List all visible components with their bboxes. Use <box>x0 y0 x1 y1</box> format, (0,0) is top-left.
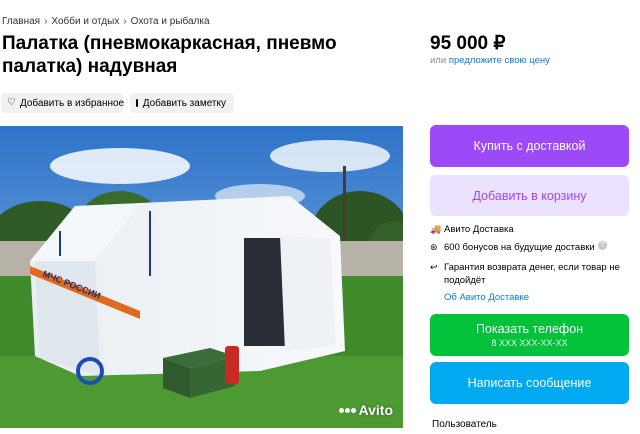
guarantee-info: ↩ Гарантия возврата денег, если товар не… <box>430 261 620 287</box>
bonus-info: ⊛ 600 бонусов на будущие доставки ? <box>430 241 607 254</box>
about-avito-delivery-link[interactable]: Об Авито Доставке <box>444 292 529 303</box>
seller-label: Пользователь <box>432 419 497 430</box>
chevron-right-icon: › <box>44 16 48 27</box>
note-icon <box>136 99 138 107</box>
price: 95 000 ₽ <box>430 33 506 54</box>
chevron-right-icon: › <box>123 16 127 27</box>
buy-with-delivery-button[interactable]: Купить с доставкой <box>430 125 629 167</box>
page-title: Палатка (пневмокаркасная, пневмо палатка… <box>2 33 337 77</box>
add-to-favorites-label: Добавить в избранное <box>19 97 125 109</box>
price-offer: или предложите свою цену <box>430 55 550 66</box>
delivery-label: Авито Доставка <box>444 224 514 235</box>
bonus-icon: ⊛ <box>430 242 438 252</box>
return-arrow-icon: ↩ <box>430 262 438 272</box>
breadcrumb: Главная › Хобби и отдых › Охота и рыбалк… <box>2 16 210 27</box>
heart-icon: ♡ <box>7 97 16 108</box>
write-message-button[interactable]: Написать сообщение <box>430 362 629 404</box>
offer-price-link[interactable]: предложите свою цену <box>449 55 550 66</box>
truck-icon: 🚚 <box>430 224 442 234</box>
add-to-cart-button[interactable]: Добавить в корзину <box>430 175 629 216</box>
delivery-info: 🚚 Авито Доставка <box>430 223 514 236</box>
phone-mask: 8 XXX XXX-XX-XX <box>491 338 568 348</box>
product-photo[interactable]: МЧС РОССИИ Avito <box>0 126 403 428</box>
watermark-text: Avito <box>358 402 393 418</box>
price-offer-prefix: или <box>430 55 447 66</box>
bonus-label: 600 бонусов на будущие доставки <box>444 242 595 253</box>
show-phone-button[interactable]: Показать телефон 8 XXX XXX-XX-XX <box>430 314 629 356</box>
question-icon[interactable]: ? <box>597 241 607 250</box>
breadcrumb-home[interactable]: Главная <box>2 16 40 27</box>
avito-watermark: Avito <box>338 402 393 418</box>
avito-logo-icon <box>338 407 356 413</box>
breadcrumb-hobby[interactable]: Хобби и отдых <box>51 16 119 27</box>
show-phone-label: Показать телефон <box>475 322 584 336</box>
add-note-button[interactable]: Добавить заметку <box>130 93 234 113</box>
breadcrumb-hunting[interactable]: Охота и рыбалка <box>131 16 210 27</box>
add-to-favorites-button[interactable]: ♡ Добавить в избранное <box>1 93 125 113</box>
add-note-label: Добавить заметку <box>142 97 226 109</box>
guarantee-label: Гарантия возврата денег, если товар не п… <box>444 262 620 286</box>
